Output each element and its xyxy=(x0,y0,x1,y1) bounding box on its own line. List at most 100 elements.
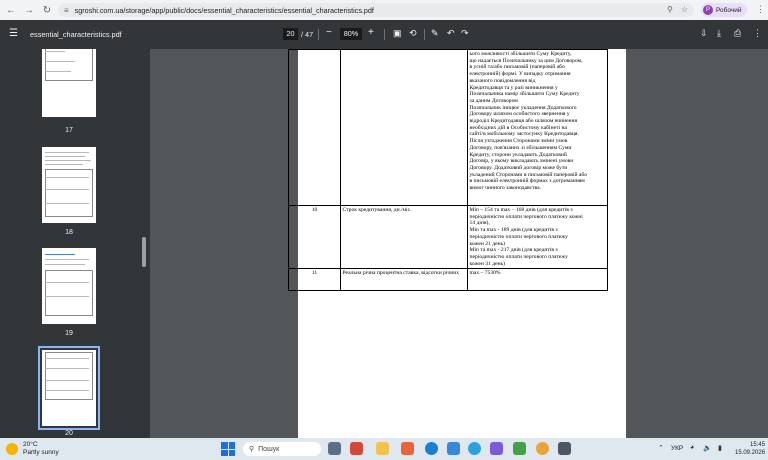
cell-line: вимог чинного законодавства. xyxy=(469,185,541,192)
zoom-in-icon[interactable]: + xyxy=(368,27,374,38)
thumbnail-sidebar: 17 18 19 20 xyxy=(0,49,150,438)
browser-menu-icon[interactable]: ⋮ xyxy=(756,4,765,15)
wifi-icon[interactable]: ◕ xyxy=(690,444,694,451)
thumbnail-line xyxy=(45,177,89,178)
chrome-icon[interactable] xyxy=(536,442,549,455)
app-icon[interactable] xyxy=(350,442,363,455)
thumbnail-label: 19 xyxy=(65,330,73,337)
table-cell: Min – 154 та max – 168 днів (для кредиті… xyxy=(467,204,608,270)
thumbnail-table xyxy=(45,352,93,400)
battery-icon[interactable]: ▮ xyxy=(718,444,722,452)
cell-line: відрoділ Кредитодавця або шляхом вчиненн… xyxy=(469,118,578,125)
time: 15:45 xyxy=(749,442,765,448)
pdf-toolbar: ☰ essential_characteristics.pdf 20 / 47 … xyxy=(0,20,768,49)
cell-line: в письмовій електронній формах з дотрима… xyxy=(469,178,585,185)
back-icon[interactable]: ← xyxy=(4,3,18,17)
file-explorer-icon[interactable] xyxy=(376,442,389,455)
thumbnail-line xyxy=(45,259,89,260)
thumbnail-line xyxy=(45,160,91,161)
thumbnail-line xyxy=(45,254,75,255)
thumbnail-line xyxy=(45,156,85,157)
search-icon: ⚲ xyxy=(249,446,255,453)
table-row: 11 Реальна річна процентна ставка, відсо… xyxy=(288,268,608,292)
weather-widget[interactable]: 20°C Partly sunny xyxy=(6,441,59,457)
file-title: essential_characteristics.pdf xyxy=(30,30,122,39)
divider xyxy=(424,29,425,40)
thumbnail-line xyxy=(45,189,89,190)
thumbnail-label: 20 xyxy=(65,430,73,437)
profile-name: Робочий xyxy=(716,6,742,14)
language-indicator[interactable]: УКР xyxy=(671,445,683,452)
taskbar-search[interactable]: ⚲ Пошук xyxy=(243,442,321,456)
page-thumbnail-17[interactable] xyxy=(42,49,96,117)
sidebar-scrollbar[interactable] xyxy=(142,237,146,267)
thumbnail-line xyxy=(45,358,89,359)
reload-icon[interactable]: ↻ xyxy=(40,3,54,17)
thumbnail-line xyxy=(45,164,83,165)
cell-line: Кредиту, сторони укладають Додатковий xyxy=(469,151,567,158)
thumbnail-line xyxy=(45,390,89,391)
sun-icon xyxy=(6,443,18,455)
date: 15.09.2026 xyxy=(735,450,766,456)
cell-line: періодичністю оплати чергового платежу xyxy=(469,253,568,260)
menu-icon[interactable]: ☰ xyxy=(9,28,18,39)
cell-line: за даним Договором xyxy=(469,97,518,104)
start-icon[interactable] xyxy=(221,442,235,456)
edge-icon[interactable] xyxy=(425,442,438,455)
rotate-icon[interactable]: ⟲ xyxy=(409,28,417,39)
page-thumbnail-19[interactable] xyxy=(42,248,96,324)
app-icon[interactable] xyxy=(490,442,503,455)
forward-icon[interactable]: → xyxy=(22,3,36,17)
divider xyxy=(318,29,319,40)
thumbnail-line xyxy=(45,282,89,283)
cell-line: Min – 154 та max – 168 днів (для кредиті… xyxy=(469,207,573,213)
table-row: 10 Строк кредитування, дн./міс. Min – 15… xyxy=(288,204,608,270)
volume-icon[interactable]: 🔈 xyxy=(703,444,712,452)
address-bar[interactable]: ≡ sgroshi.com.ua/storage/app/public/docs… xyxy=(58,3,694,17)
save-icon[interactable]: ⇩ xyxy=(700,28,708,39)
page-thumbnail-18[interactable] xyxy=(42,147,96,223)
browser-bar: ← → ↻ ≡ sgroshi.com.ua/storage/app/publi… xyxy=(0,0,768,20)
app-icon[interactable] xyxy=(513,442,526,455)
cell-line: Договору. Додатковий договір може бути xyxy=(469,164,568,171)
cell-line: вказаного повідомлення від xyxy=(469,77,536,84)
zoom-input[interactable]: 80% xyxy=(340,28,362,40)
more-options-icon[interactable]: ⋮ xyxy=(753,28,762,39)
cell-line: періодичністю оплати чергового платежу xyxy=(469,233,568,240)
thumbnail-line xyxy=(45,264,85,265)
thumbnail-table xyxy=(45,49,93,81)
url-text: sgroshi.com.ua/storage/app/public/docs/e… xyxy=(74,5,374,15)
thumbnail-label: 17 xyxy=(65,127,73,134)
profile-button[interactable]: Р Робочий xyxy=(701,3,747,17)
page-thumbnail-20[interactable] xyxy=(42,350,96,426)
redo-icon[interactable]: ↷ xyxy=(461,28,469,39)
cell-line: Позичальника намір збільшити Суму Кредит… xyxy=(469,91,580,98)
row-label: Строк кредитування, дн./міс. xyxy=(340,204,468,270)
telegram-icon[interactable] xyxy=(468,442,481,455)
print-icon[interactable]: ⎙ xyxy=(734,28,741,39)
thumbnail-line xyxy=(45,368,89,369)
cell-line: електронній) формі. У випадку отримання xyxy=(469,71,571,78)
bookmark-star-icon[interactable]: ☆ xyxy=(681,5,688,14)
site-info-icon[interactable]: ≡ xyxy=(64,6,69,15)
chevron-up-icon[interactable]: ⌃ xyxy=(658,444,664,452)
clock[interactable]: 15:45 15.09.2026 xyxy=(735,441,765,457)
thumbnail-line xyxy=(45,61,75,62)
weather-text: Partly sunny xyxy=(23,449,59,456)
fit-page-icon[interactable]: ▣ xyxy=(393,28,402,39)
annotate-icon[interactable]: ✎ xyxy=(431,28,439,39)
app-icon[interactable] xyxy=(447,442,460,455)
undo-icon[interactable]: ↶ xyxy=(447,28,455,39)
zoom-icon[interactable]: ⚲ xyxy=(667,5,673,14)
download-icon[interactable]: ⤓ xyxy=(717,28,721,39)
app-icon[interactable] xyxy=(558,442,571,455)
search-placeholder: Пошук xyxy=(258,445,280,453)
cell-line: Договору, пов'язаних зі збільшенням Суми xyxy=(469,144,572,151)
page-number-input[interactable]: 20 xyxy=(283,28,298,40)
cell-line: Договір, у якому викладають змінені умов… xyxy=(469,158,574,165)
app-icon[interactable] xyxy=(401,442,414,455)
cell-line: Після узгодження Сторонами зміни умов xyxy=(469,138,568,145)
zoom-out-icon[interactable]: − xyxy=(326,27,332,38)
widgets-icon[interactable] xyxy=(328,442,341,455)
thumbnail-line xyxy=(45,51,65,52)
